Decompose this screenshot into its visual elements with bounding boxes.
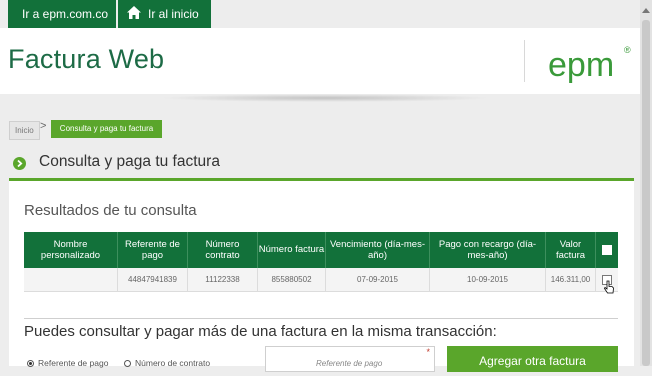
radio-contrato-label: Número de contrato [135,358,211,368]
required-marker: * [426,347,430,357]
home-link[interactable]: Ir al inicio [118,0,211,28]
cell-factura: 855880502 [258,268,326,292]
header-shadow [160,94,490,102]
radio-referente[interactable]: Referente de pago [27,358,108,368]
scroll-up-arrow-icon[interactable] [642,8,650,13]
cell-referente: 44847941839 [118,268,188,292]
cell-vencimiento: 07-09-2015 [326,268,430,292]
select-all-checkbox-box[interactable] [602,245,612,255]
cell-nombre [24,268,118,292]
referente-input[interactable]: Referente de pago * [265,346,435,372]
referente-input-placeholder: Referente de pago [316,359,383,368]
select-all-checkbox[interactable] [596,232,618,268]
radio-referente-label: Referente de pago [38,358,109,368]
column-header-referente: Referente de pago [118,232,188,268]
add-invoice-button[interactable]: Agregar otra factura [447,346,618,372]
mouse-cursor-icon [604,280,614,294]
home-link-label: Ir al inicio [148,7,199,21]
breadcrumb-separator: > [40,120,47,132]
logo-registered-mark: ® [624,45,631,55]
results-table: Nombre personalizado Referente de pago N… [24,232,618,292]
column-header-recargo: Pago con recargo (día-mes-año) [430,232,546,268]
radio-contrato[interactable]: Número de contrato [124,358,210,368]
logo-text: epm [548,46,614,84]
page-header: Factura Web epm ® [0,28,640,94]
chevron-right-icon [13,157,26,170]
breadcrumb-current: Consulta y paga tu factura [51,120,162,138]
epm-site-link[interactable]: Ir a epm.com.co [8,0,116,28]
breadcrumb-home[interactable]: Inicio [9,121,40,140]
column-header-vencimiento: Vencimiento (día-mes-año) [326,232,430,268]
results-title: Resultados de tu consulta [24,202,197,219]
home-icon [127,6,141,19]
epm-logo[interactable]: epm ® [546,40,634,89]
column-header-factura: Número factura [258,232,326,268]
section-divider [24,318,618,319]
column-header-contrato: Número contrato [188,232,258,268]
scrollbar-thumb[interactable] [642,20,650,366]
header-divider [524,40,525,82]
cell-contrato: 11122338 [188,268,258,292]
app-title: Factura Web [8,44,165,74]
column-header-valor: Valor factura [546,232,596,268]
column-header-nombre: Nombre personalizado [24,232,118,268]
cell-valor: 146.311,00 [546,268,596,292]
cell-recargo: 10-09-2015 [430,268,546,292]
section-title: Consulta y paga tu factura [39,153,220,170]
multi-invoice-text: Puedes consultar y pagar más de una fact… [24,323,497,340]
